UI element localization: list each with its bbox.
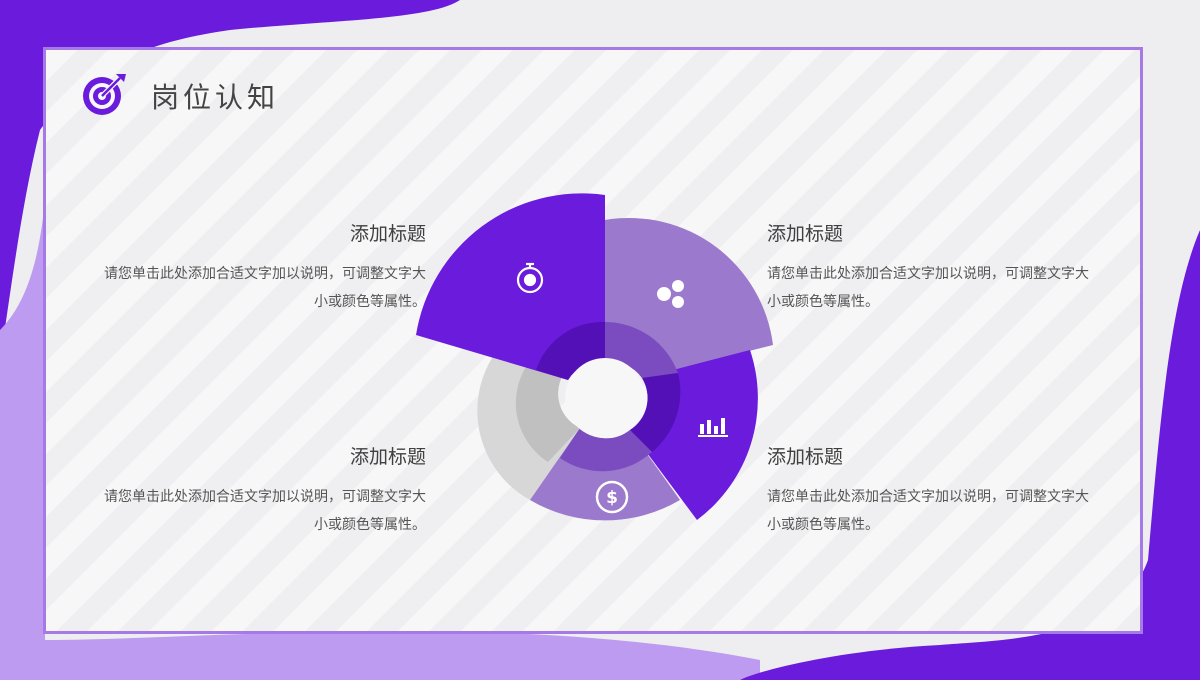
item-title: 添加标题: [349, 446, 426, 468]
item-bottom-left: 添加标题 请您单击此处添加合适文字加以说明，可调整文字大小或颜色等属性。: [96, 442, 426, 539]
item-top-left: 添加标题 请您单击此处添加合适文字加以说明，可调整文字大小或颜色等属性。: [96, 219, 426, 316]
item-desc: 请您单击此处添加合适文字加以说明，可调整文字大小或颜色等属性。: [767, 489, 1089, 533]
item-title: 添加标题: [767, 223, 844, 245]
item-desc: 请您单击此处添加合适文字加以说明，可调整文字大小或颜色等属性。: [104, 266, 426, 310]
page-title: 岗位认知: [151, 81, 280, 114]
item-title: 添加标题: [767, 446, 844, 468]
target-icon: [83, 74, 126, 115]
item-top-right: 添加标题 请您单击此处添加合适文字加以说明，可调整文字大小或颜色等属性。: [767, 219, 1097, 316]
item-desc: 请您单击此处添加合适文字加以说明，可调整文字大小或颜色等属性。: [767, 266, 1089, 310]
item-title: 添加标题: [349, 223, 426, 245]
svg-text:$: $: [606, 488, 618, 508]
radial-diagram: $: [416, 193, 773, 521]
item-bottom-right: 添加标题 请您单击此处添加合适文字加以说明，可调整文字大小或颜色等属性。: [767, 442, 1097, 539]
item-desc: 请您单击此处添加合适文字加以说明，可调整文字大小或颜色等属性。: [104, 489, 426, 533]
